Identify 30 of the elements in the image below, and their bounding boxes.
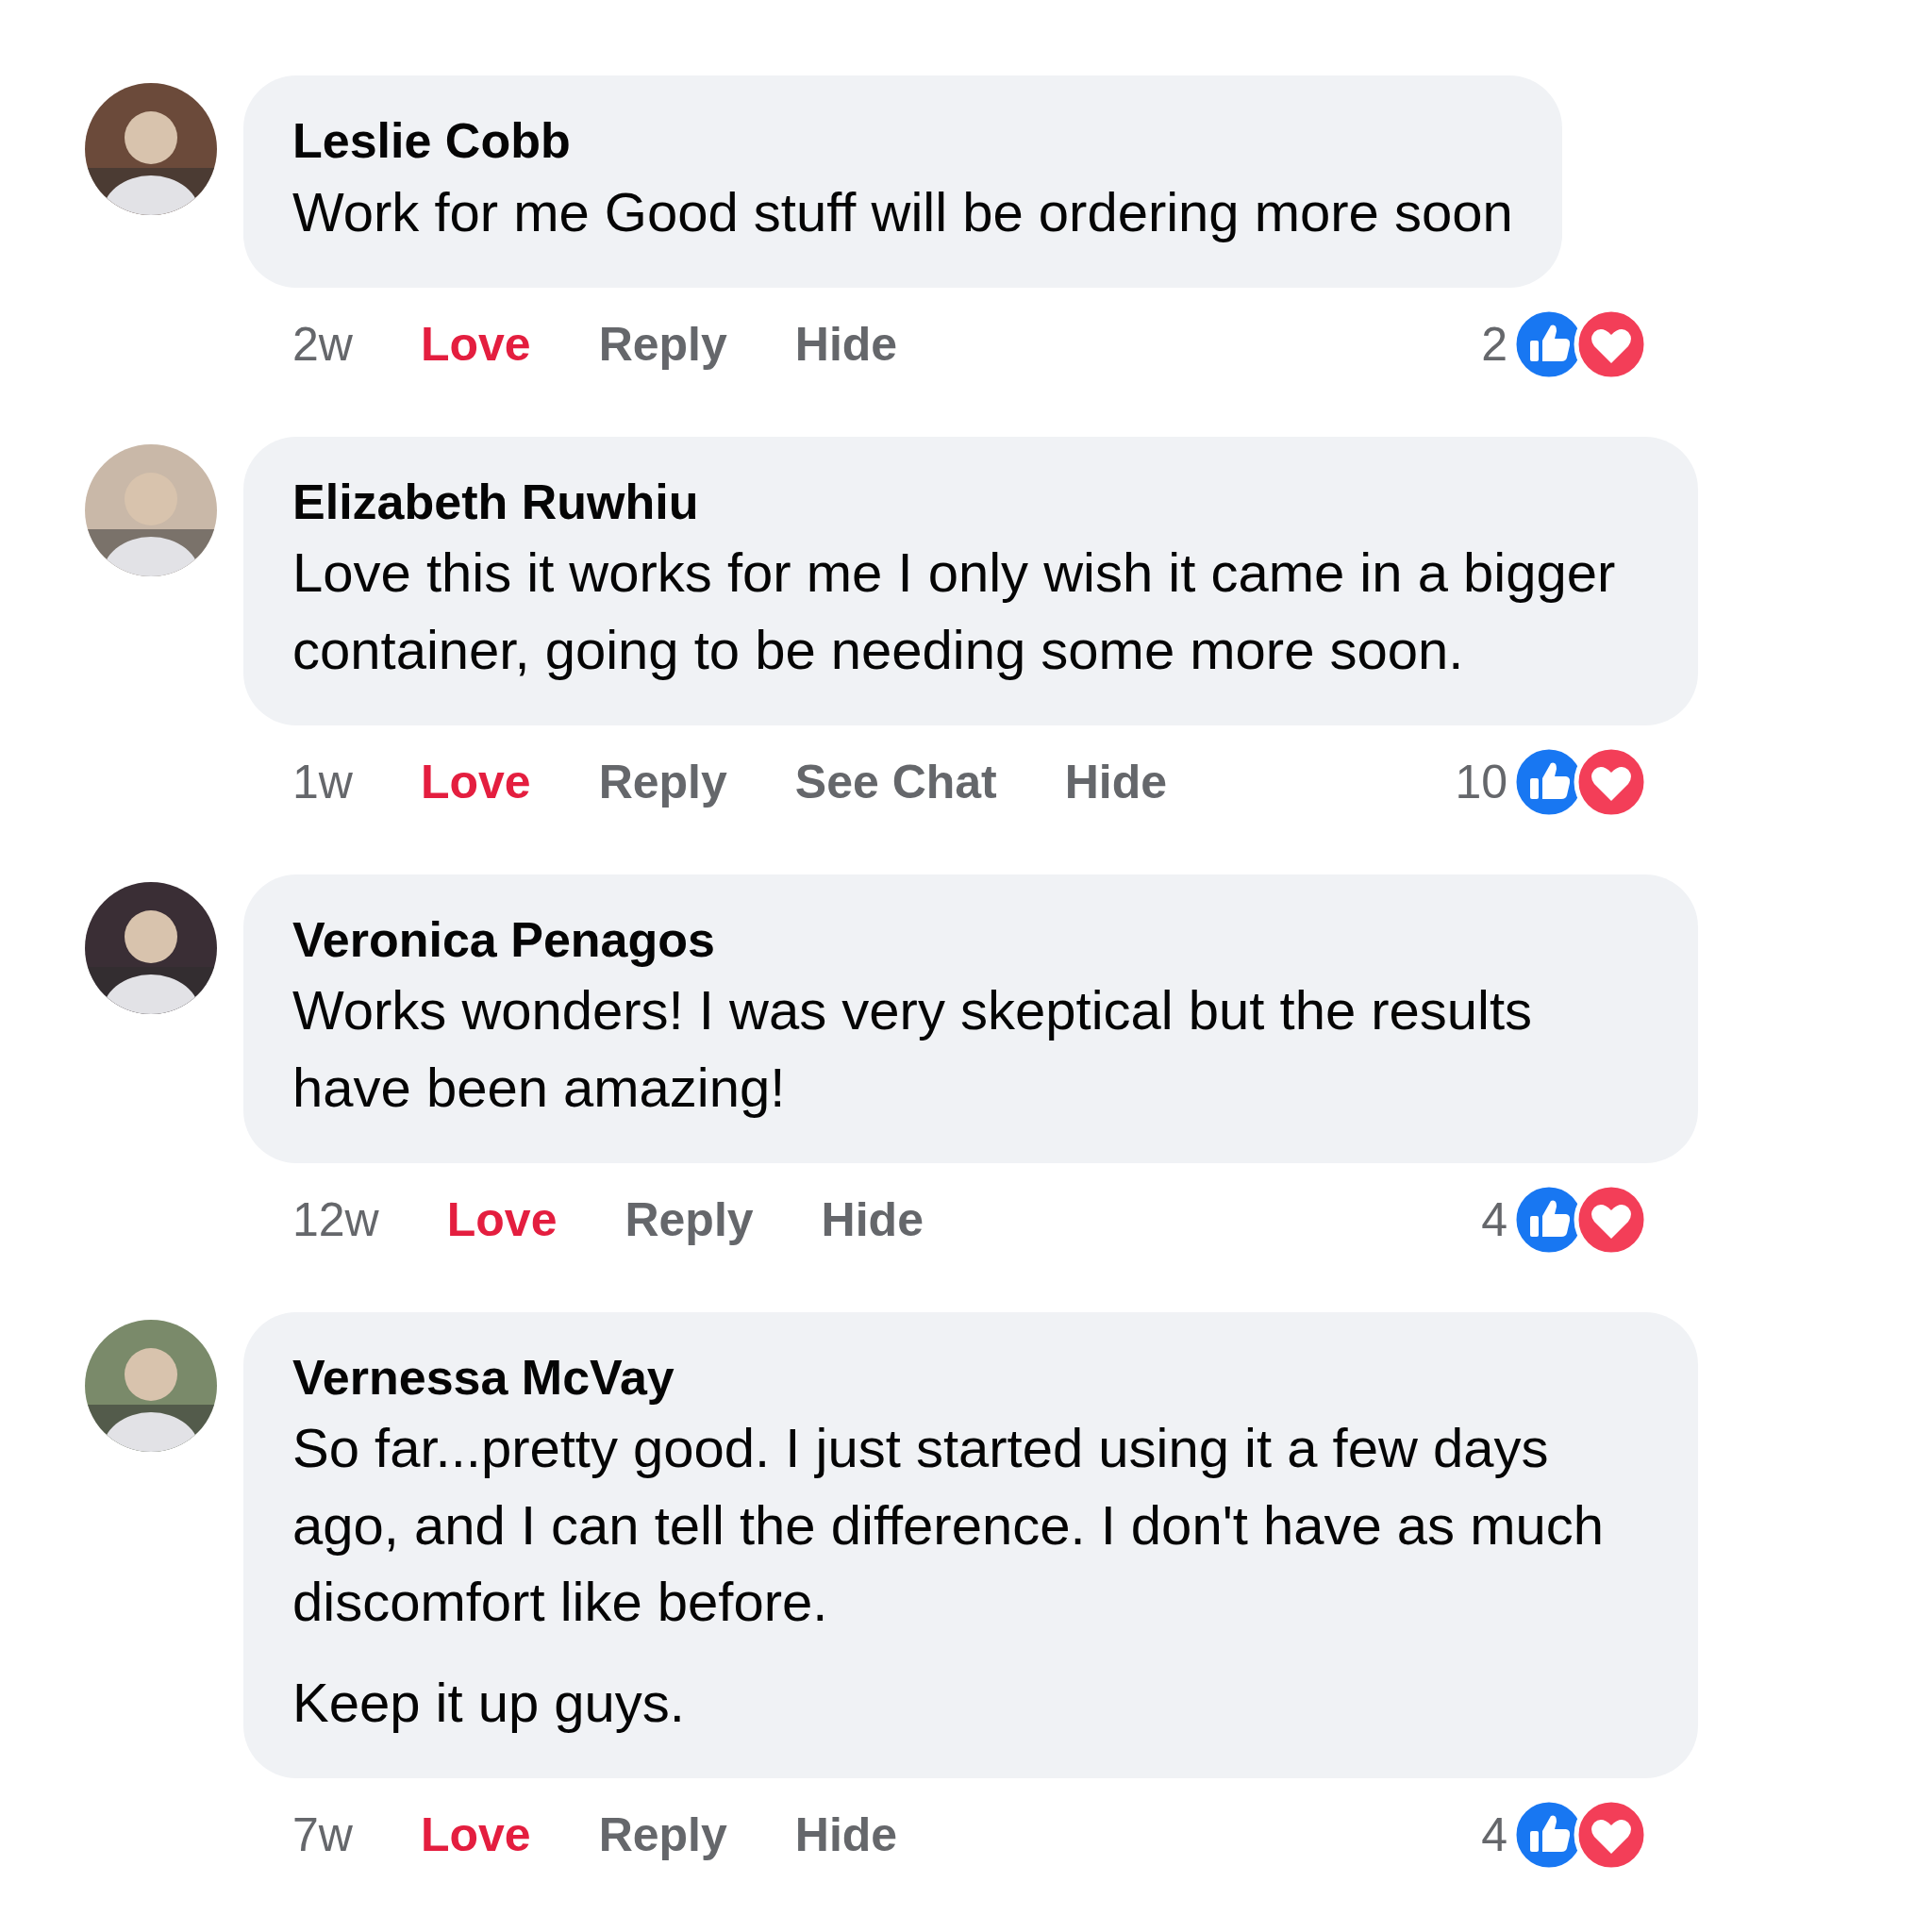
author-name[interactable]: Leslie Cobb bbox=[292, 109, 1513, 174]
author-name[interactable]: Vernessa McVay bbox=[292, 1345, 1649, 1410]
action-link[interactable]: See Chat bbox=[794, 754, 997, 809]
author-name[interactable]: Elizabeth Ruwhiu bbox=[292, 470, 1649, 535]
timestamp[interactable]: 1w bbox=[292, 754, 353, 809]
comment-text: So far...pretty good. I just started using it a few days ago, and I can tell the difference. I don't have as much discomfort like before. bbox=[292, 1416, 1606, 1634]
love-link[interactable]: Love bbox=[446, 1191, 558, 1247]
love-link[interactable]: Love bbox=[420, 316, 531, 372]
action-link[interactable]: Reply bbox=[598, 316, 727, 372]
action-link[interactable]: Hide bbox=[794, 316, 898, 372]
timestamp[interactable]: 12w bbox=[292, 1191, 379, 1247]
love-link[interactable]: Love bbox=[420, 754, 531, 809]
timestamp[interactable]: 2w bbox=[292, 316, 353, 372]
reaction-count: 10 bbox=[1455, 754, 1507, 809]
action-link[interactable]: Reply bbox=[625, 1191, 754, 1247]
action-link[interactable]: Reply bbox=[598, 1807, 727, 1863]
comment-text: Work for me Good stuff will be ordering more soon bbox=[292, 179, 1513, 244]
reaction-count: 2 bbox=[1481, 316, 1507, 372]
reaction-count: 4 bbox=[1481, 1807, 1507, 1863]
reaction-count: 4 bbox=[1481, 1191, 1507, 1247]
author-name[interactable]: Veronica Penagos bbox=[292, 908, 1649, 973]
action-link[interactable]: Hide bbox=[794, 1807, 898, 1863]
love-link[interactable]: Love bbox=[420, 1807, 531, 1863]
action-link[interactable]: Hide bbox=[1064, 754, 1168, 809]
comment-text: Love this it works for me I only wish it came in a bigger container, going to be needing some more soon. bbox=[292, 541, 1617, 682]
timestamp[interactable]: 7w bbox=[292, 1807, 353, 1863]
action-link[interactable]: Hide bbox=[821, 1191, 924, 1247]
action-link[interactable]: Reply bbox=[598, 754, 727, 809]
comment-text: Keep it up guys. bbox=[292, 1670, 686, 1735]
comment-text: Works wonders! I was very skeptical but the results have been amazing! bbox=[292, 978, 1534, 1120]
